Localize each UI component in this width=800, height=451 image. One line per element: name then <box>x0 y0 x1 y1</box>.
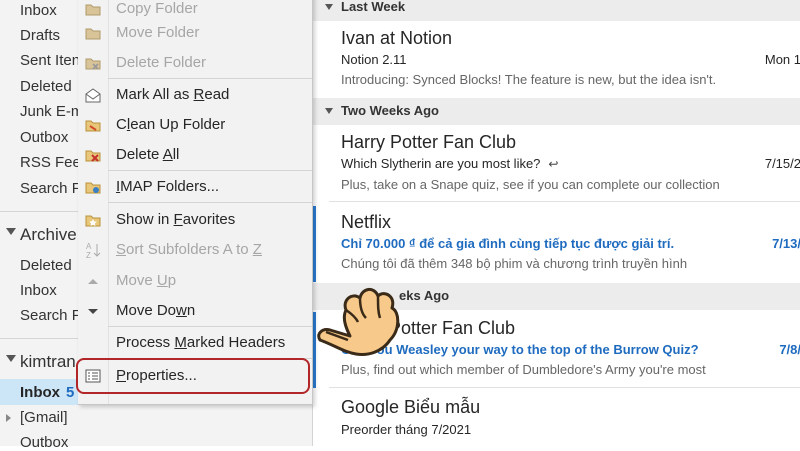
folder-search-folders[interactable]: Search F <box>20 180 81 197</box>
svg-text:Z: Z <box>86 251 91 259</box>
folder-deleted[interactable]: Deleted <box>20 78 72 95</box>
menu-item-label: Copy Folder <box>116 0 198 17</box>
message-sender: Netflix <box>341 212 392 232</box>
message-preview: Chúng tôi đã thêm 348 bộ phim và chương … <box>341 256 688 271</box>
arrow-down-icon <box>88 309 98 314</box>
message-subject: Preorder tháng 7/2021 <box>341 422 472 437</box>
archive-folder-deleted[interactable]: Deleted <box>20 257 72 274</box>
group-header-two-weeks-ago[interactable]: Two Weeks Ago <box>313 98 800 125</box>
menu-separator <box>108 78 312 79</box>
menu-item-label: Delete All <box>116 146 180 163</box>
group-header-last-week[interactable]: Last Week <box>313 0 800 21</box>
menu-item-delete-folder[interactable]: Delete Folder <box>78 48 312 78</box>
group-label: Last Week <box>341 0 406 14</box>
message-list: Last Week Ivan at Notion Notion 2.11 Int… <box>312 0 800 446</box>
message-date: 7/8/ <box>779 342 800 357</box>
folder-context-menu: Copy Folder Move Folder Delete Folder Ma… <box>78 0 313 405</box>
row-divider <box>329 201 800 202</box>
star-folder-icon <box>85 215 101 227</box>
folder-junk-email[interactable]: Junk E-m <box>20 103 83 120</box>
clean-up-icon <box>85 120 101 132</box>
expand-arrow-icon[interactable] <box>6 414 11 422</box>
chevron-down-icon <box>6 355 16 362</box>
menu-item-move-up[interactable]: Move Up <box>78 266 312 296</box>
move-folder-icon <box>85 28 101 40</box>
menu-item-sort-subfolders[interactable]: AZ Sort Subfolders A to Z <box>78 235 312 265</box>
archive-folder-inbox[interactable]: Inbox <box>20 282 57 299</box>
message-date: 7/13/ <box>772 236 800 251</box>
account-section-header[interactable]: kimtran <box>6 352 76 372</box>
envelope-open-icon <box>85 88 101 103</box>
collapse-arrow-icon <box>325 108 333 114</box>
menu-item-label: Clean Up Folder <box>116 116 226 133</box>
menu-item-move-folder[interactable]: Move Folder <box>78 18 312 48</box>
menu-item-process-marked-headers[interactable]: Process Marked Headers <box>78 328 312 358</box>
menu-item-label: Move Down <box>116 302 196 319</box>
menu-item-label: Delete Folder <box>116 54 207 71</box>
arrow-up-icon <box>88 279 98 284</box>
menu-item-label: Show in Favorites <box>116 211 236 228</box>
reply-arrow-icon: ↩ <box>548 157 559 171</box>
sort-az-icon: AZ <box>86 242 101 259</box>
menu-item-label: IMAP Folders... <box>116 178 220 195</box>
message-date: Mon 1 <box>764 52 800 67</box>
menu-item-imap-folders[interactable]: IMAP Folders... <box>78 172 312 202</box>
inbox-label: Inbox <box>20 384 60 401</box>
account-folder-gmail[interactable]: [Gmail] <box>20 409 68 426</box>
message-preview: Plus, take on a Snape quiz, see if you c… <box>341 177 720 192</box>
delete-all-icon <box>85 150 101 162</box>
menu-item-show-in-favorites[interactable]: Show in Favorites <box>78 205 312 235</box>
message-subject: Chỉ 70.000 ₫ để cả gia đình cùng tiếp tụ… <box>341 236 675 251</box>
archive-folder-search[interactable]: Search F <box>20 307 81 324</box>
menu-item-label: Sort Subfolders A to Z <box>116 241 262 258</box>
menu-item-move-down[interactable]: Move Down <box>78 296 312 326</box>
menu-separator <box>108 202 312 203</box>
highlight-box <box>76 358 310 394</box>
account-folder-outbox[interactable]: Outbox <box>20 434 68 451</box>
message-preview: Introducing: Synced Blocks! The feature … <box>341 72 717 87</box>
message-sender: Harry Potter Fan Club <box>341 132 517 152</box>
pointing-hand-icon <box>317 288 400 356</box>
menu-item-label: Process Marked Headers <box>116 334 286 351</box>
menu-item-label: Move Up <box>116 272 177 289</box>
row-divider <box>329 387 800 388</box>
imap-folders-icon <box>85 182 101 194</box>
unread-count: 5 <box>66 384 75 401</box>
menu-separator <box>108 170 312 171</box>
menu-item-label: Mark All as Read <box>116 86 230 103</box>
svg-text:A: A <box>86 242 92 251</box>
message-subject: Notion 2.11 <box>341 52 407 67</box>
chevron-down-icon <box>6 228 16 235</box>
archive-label: Archive <box>20 225 77 244</box>
menu-item-delete-all[interactable]: Delete All <box>78 140 312 170</box>
message-date: 7/15/2 <box>764 156 800 171</box>
menu-separator <box>108 326 312 327</box>
menu-item-label: Move Folder <box>116 24 200 41</box>
group-label: Two Weeks Ago <box>341 103 439 118</box>
collapse-arrow-icon <box>325 4 333 10</box>
message-subject: Which Slytherin are you most like? ↩ <box>341 156 559 171</box>
copy-folder-icon <box>85 4 101 16</box>
menu-item-mark-all-as-read[interactable]: Mark All as Read <box>78 80 312 110</box>
message-sender: Google Biểu mẫu <box>341 397 481 417</box>
archive-section-header[interactable]: Archive <box>6 225 77 245</box>
folder-inbox[interactable]: Inbox <box>20 2 57 19</box>
delete-folder-icon <box>85 58 101 70</box>
menu-item-clean-up-folder[interactable]: Clean Up Folder <box>78 110 312 140</box>
message-sender: Ivan at Notion <box>341 28 453 48</box>
account-folder-inbox[interactable]: Inbox 5 <box>20 384 74 401</box>
folder-drafts[interactable]: Drafts <box>20 27 60 44</box>
account-label: kimtran <box>20 352 76 371</box>
folder-outbox[interactable]: Outbox <box>20 129 68 146</box>
folder-sent-items[interactable]: Sent Iten <box>20 52 80 69</box>
